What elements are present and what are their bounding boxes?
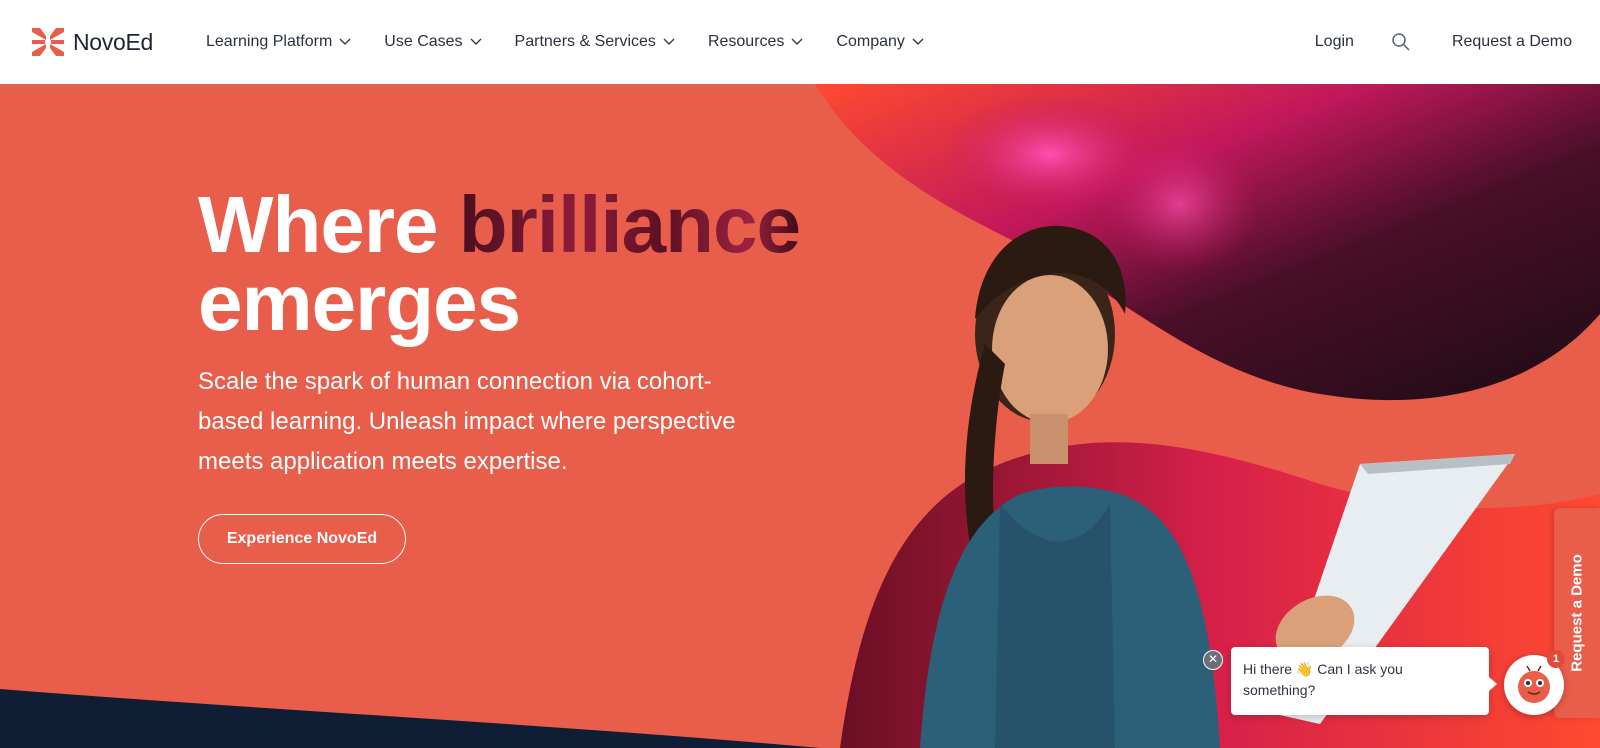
headline-suffix: emerges [198,258,521,347]
hero-headline: Where brilliance emerges [198,185,801,343]
site-header: NovoEd Learning Platform Use Cases Partn… [0,0,1600,84]
search-icon [1392,33,1410,51]
novoed-logo[interactable]: NovoEd [30,24,153,60]
logo-wordmark: NovoEd [73,28,154,55]
headline-prefix: Where [198,180,459,269]
nav-label: Partners & Services [514,33,656,50]
nav-label: Learning Platform [206,33,333,50]
chevron-down-icon [663,38,675,45]
search-button[interactable] [1390,31,1412,53]
nav-resources[interactable]: Resources [708,33,803,51]
nav-label: Resources [707,33,785,50]
novoed-logo-icon [32,28,64,56]
chat-badge: 1 [1547,650,1565,668]
side-tab-label: Request a Demo [1568,554,1586,672]
chevron-down-icon [470,38,482,45]
nav-label: Company [836,33,905,50]
chevron-down-icon [791,38,803,45]
nav-label: Use Cases [384,33,463,50]
nav-partners-services[interactable]: Partners & Services [515,33,675,51]
experience-novoed-button[interactable]: Experience NovoEd [198,514,406,564]
headline-accent: brilliance [458,180,801,269]
close-icon[interactable]: ✕ [1203,650,1223,670]
main-nav: Learning Platform Use Cases Partners & S… [206,0,957,84]
login-link[interactable]: Login [1315,33,1354,51]
header-actions: Login Request a Demo [1315,0,1572,84]
chevron-down-icon [339,38,351,45]
chat-bubble[interactable]: Hi there 👋 Can I ask you something? [1231,647,1497,715]
nav-company[interactable]: Company [836,33,924,51]
chevron-down-icon [912,38,924,45]
nav-use-cases[interactable]: Use Cases [384,33,482,51]
request-demo-link[interactable]: Request a Demo [1452,33,1572,51]
hero-subhead: Scale the spark of human connection via … [198,368,736,475]
nav-learning-platform[interactable]: Learning Platform [206,33,351,51]
